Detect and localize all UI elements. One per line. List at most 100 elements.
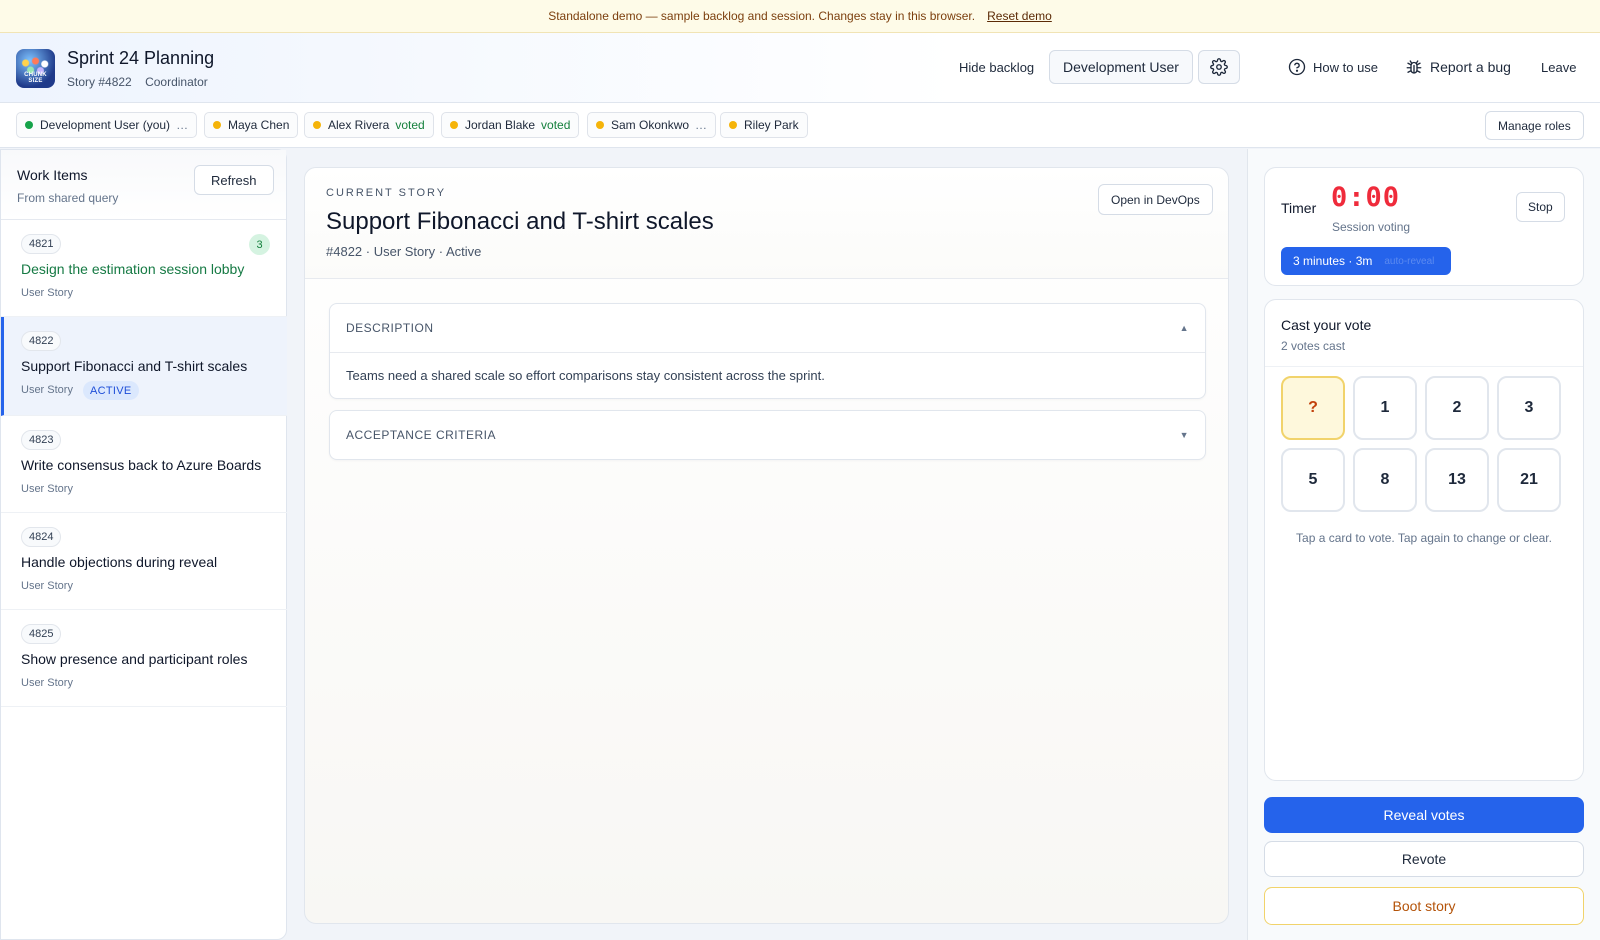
work-item-type: User Story bbox=[21, 483, 73, 495]
work-item-id: 4825 bbox=[21, 624, 62, 644]
stop-timer-button[interactable]: Stop bbox=[1516, 192, 1565, 222]
work-item-type: User Story bbox=[21, 677, 73, 689]
vote-card-2[interactable]: 2 bbox=[1425, 376, 1489, 440]
chevron-down-icon: ▼ bbox=[1179, 430, 1189, 440]
vote-card-3[interactable]: 3 bbox=[1497, 376, 1561, 440]
work-items-title: Work Items bbox=[17, 167, 88, 183]
work-item[interactable]: 4821 3 Design the estimation session lob… bbox=[1, 220, 287, 317]
presence-dot bbox=[450, 121, 458, 129]
story-header: CURRENT STORY Support Fibonacci and T-sh… bbox=[305, 168, 1228, 279]
work-item[interactable]: 4825 Show presence and participant roles… bbox=[1, 610, 287, 707]
work-items-panel: Work Items From shared query Refresh 482… bbox=[0, 149, 287, 940]
description-label: DESCRIPTION bbox=[346, 321, 434, 335]
session-title: Sprint 24 Planning bbox=[67, 48, 215, 68]
vote-card-13[interactable]: 13 bbox=[1425, 448, 1489, 512]
presence-dot bbox=[313, 121, 321, 129]
work-item[interactable]: 4823 Write consensus back to Azure Board… bbox=[1, 416, 287, 513]
refresh-button[interactable]: Refresh bbox=[194, 165, 274, 195]
manage-roles-button[interactable]: Manage roles bbox=[1485, 111, 1584, 140]
work-item-title: Write consensus back to Azure Boards bbox=[21, 457, 262, 473]
presence-dot bbox=[596, 121, 604, 129]
how-to-use-button[interactable]: How to use bbox=[1284, 50, 1382, 84]
vote-card-question[interactable]: ? bbox=[1281, 376, 1345, 440]
vote-card-8[interactable]: 8 bbox=[1353, 448, 1417, 512]
acceptance-criteria-section: ACCEPTANCE CRITERIA ▼ bbox=[329, 410, 1206, 460]
description-text: Teams need a shared scale so effort comp… bbox=[330, 352, 1205, 398]
current-story-panel: CURRENT STORY Support Fibonacci and T-sh… bbox=[304, 167, 1229, 924]
timer-label: Timer bbox=[1281, 200, 1317, 216]
hide-backlog-button[interactable]: Hide backlog bbox=[955, 50, 1038, 84]
report-bug-label: Report a bug bbox=[1430, 59, 1511, 75]
participant-chip[interactable]: Alex Rivera voted bbox=[304, 112, 434, 138]
open-in-devops-button[interactable]: Open in DevOps bbox=[1098, 184, 1213, 215]
participant-chip[interactable]: Sam Okonkwo … bbox=[587, 112, 717, 138]
participant-name: Riley Park bbox=[744, 118, 799, 132]
votes-cast-count: 2 votes cast bbox=[1281, 339, 1346, 353]
participant-chip[interactable]: Maya Chen bbox=[204, 112, 299, 138]
timer-card: Timer 0:00 Session voting Stop 3 minutes… bbox=[1264, 167, 1584, 286]
user-menu-button[interactable]: Development User bbox=[1049, 50, 1193, 84]
active-state-badge: ACTIVE bbox=[83, 381, 139, 400]
chevron-up-icon: ▲ bbox=[1179, 323, 1189, 333]
participant-chip[interactable]: Development User (you) … bbox=[16, 112, 198, 138]
timer-subtitle: Session voting bbox=[1332, 220, 1411, 234]
online-dot bbox=[25, 121, 33, 129]
work-item-id: 4822 bbox=[21, 331, 62, 351]
participant-name: Sam Okonkwo bbox=[611, 118, 690, 132]
work-item-active[interactable]: 4822 Support Fibonacci and T-shirt scale… bbox=[1, 317, 287, 416]
app-logo-text: CHUNK SIZE bbox=[24, 72, 47, 84]
divider bbox=[1265, 366, 1583, 367]
acceptance-criteria-label: ACCEPTANCE CRITERIA bbox=[346, 428, 496, 442]
revote-button[interactable]: Revote bbox=[1264, 841, 1584, 877]
work-item-type: User Story bbox=[21, 384, 73, 396]
vote-card-1[interactable]: 1 bbox=[1353, 376, 1417, 440]
work-item-type: User Story bbox=[21, 580, 73, 592]
presence-dot bbox=[213, 121, 221, 129]
vote-card-5[interactable]: 5 bbox=[1281, 448, 1345, 512]
leave-button[interactable]: Leave bbox=[1537, 50, 1580, 84]
settings-button[interactable] bbox=[1198, 50, 1240, 84]
participant-name: Maya Chen bbox=[228, 118, 290, 132]
work-item-title: Show presence and participant roles bbox=[21, 651, 248, 667]
session-subtitle: Story #4822 Coordinator bbox=[67, 75, 208, 89]
report-bug-button[interactable]: Report a bug bbox=[1401, 50, 1515, 84]
how-to-use-label: How to use bbox=[1313, 59, 1379, 75]
boot-story-button[interactable]: Boot story bbox=[1264, 887, 1584, 925]
reset-demo-link[interactable]: Reset demo bbox=[987, 9, 1052, 23]
participant-chip[interactable]: Riley Park bbox=[720, 112, 808, 138]
auto-reveal-label: auto-reveal bbox=[1384, 255, 1435, 267]
gear-icon bbox=[1210, 58, 1228, 76]
work-item[interactable]: 4824 Handle objections during reveal Use… bbox=[1, 513, 287, 610]
participant-name: Jordan Blake bbox=[465, 118, 536, 132]
app-logo: CHUNK SIZE bbox=[16, 49, 55, 88]
participant-more: … bbox=[695, 118, 708, 132]
voted-status: voted bbox=[395, 118, 425, 132]
help-circle-icon bbox=[1288, 58, 1306, 76]
presence-dot bbox=[729, 121, 737, 129]
voted-status: voted bbox=[541, 118, 571, 132]
acceptance-criteria-toggle[interactable]: ACCEPTANCE CRITERIA ▼ bbox=[330, 411, 1205, 459]
work-item-id: 4821 bbox=[21, 234, 62, 254]
work-items-header: Work Items From shared query Refresh bbox=[1, 150, 286, 220]
vote-hint: Tap a card to vote. Tap again to change … bbox=[1296, 531, 1552, 545]
description-section: DESCRIPTION ▲ Teams need a shared scale … bbox=[329, 303, 1206, 399]
work-item-type: User Story bbox=[21, 287, 73, 299]
participant-name: Alex Rivera bbox=[328, 118, 390, 132]
vote-card: Cast your vote 2 votes cast ? 1 2 3 5 8 … bbox=[1264, 299, 1584, 781]
participant-chip[interactable]: Jordan Blake voted bbox=[441, 112, 580, 138]
work-items-subtitle: From shared query bbox=[17, 191, 119, 205]
description-toggle[interactable]: DESCRIPTION ▲ bbox=[330, 304, 1205, 352]
work-item-title: Design the estimation session lobby bbox=[21, 261, 245, 277]
work-item-title: Handle objections during reveal bbox=[21, 554, 218, 570]
current-story-kicker: CURRENT STORY bbox=[326, 187, 447, 199]
reveal-votes-button[interactable]: Reveal votes bbox=[1264, 797, 1584, 833]
participant-more: … bbox=[176, 118, 189, 132]
timer-duration-select[interactable]: 3 minutes · 3m auto-reveal bbox=[1281, 247, 1451, 275]
user-role: Coordinator bbox=[145, 75, 208, 89]
vote-card-21[interactable]: 21 bbox=[1497, 448, 1561, 512]
story-meta: #4822 · User Story · Active bbox=[326, 244, 482, 259]
timer-duration-value: 3 minutes · 3m bbox=[1293, 254, 1373, 268]
participant-name: Development User (you) bbox=[40, 118, 171, 132]
work-item-title: Support Fibonacci and T-shirt scales bbox=[21, 358, 248, 374]
app-header: CHUNK SIZE Sprint 24 Planning Story #482… bbox=[0, 33, 1600, 103]
